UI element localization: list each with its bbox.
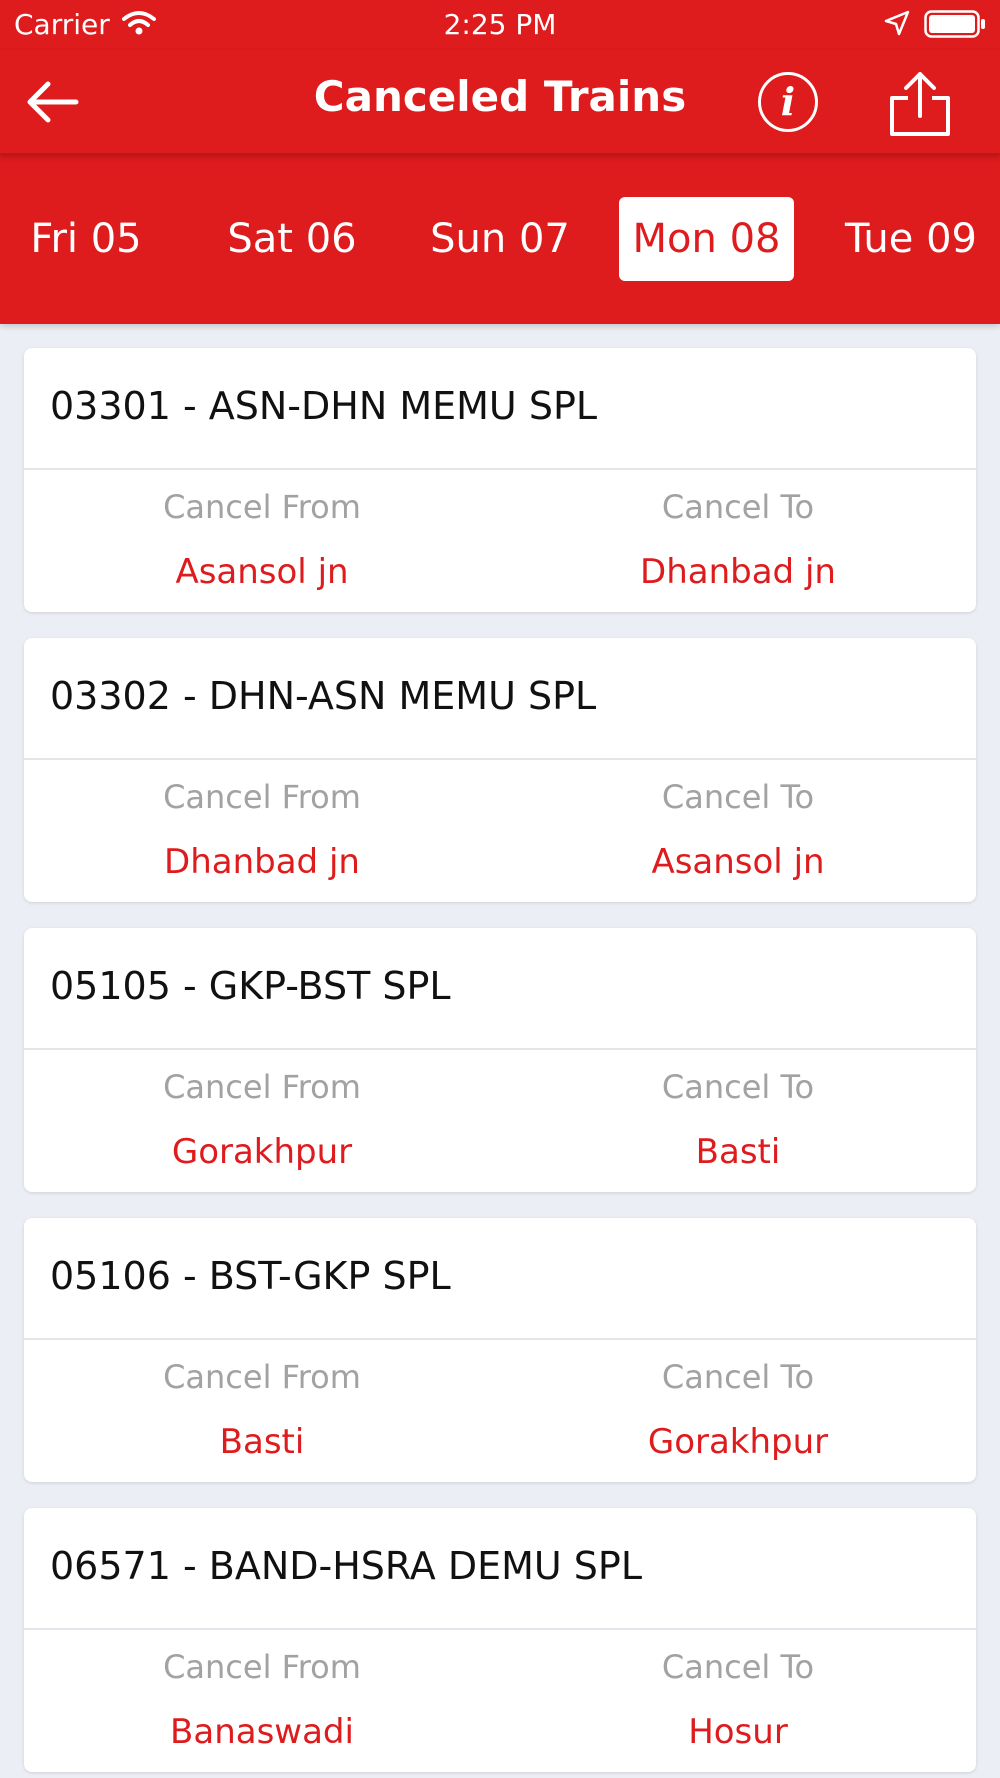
date-tab-tue-09[interactable]: Tue 09 — [838, 197, 984, 281]
cancel-to-label: Cancel To — [661, 1358, 815, 1396]
cancel-from-label: Cancel From — [163, 1358, 361, 1396]
train-title: 03301 - ASN-DHN MEMU SPL — [50, 384, 598, 428]
cancel-from-column: Cancel From Gorakhpur — [24, 1068, 500, 1172]
card-divider — [24, 1048, 976, 1050]
info-icon[interactable]: i — [758, 72, 818, 132]
cancel-from-column: Cancel From Basti — [24, 1358, 500, 1462]
share-icon[interactable] — [886, 70, 954, 138]
cancel-from-station: Banaswadi — [170, 1712, 354, 1752]
cancel-from-station: Asansol jn — [175, 552, 349, 592]
train-card[interactable]: 06571 - BAND-HSRA DEMU SPL Cancel From B… — [24, 1508, 976, 1772]
cancel-from-station: Basti — [219, 1422, 305, 1462]
date-selector: Fri 05 Sat 06 Sun 07 Mon 08 Tue 09 — [0, 155, 1000, 324]
date-tab-sun-07[interactable]: Sun 07 — [426, 197, 574, 281]
app-header: Carrier 2:25 PM Canceled Trains i Fri 05… — [0, 0, 1000, 324]
cancel-to-column: Cancel To Asansol jn — [500, 778, 976, 882]
location-arrow-icon — [884, 10, 910, 36]
date-tab-mon-08[interactable]: Mon 08 — [619, 197, 794, 281]
train-card[interactable]: 05106 - BST-GKP SPL Cancel From Basti Ca… — [24, 1218, 976, 1482]
train-card[interactable]: 03302 - DHN-ASN MEMU SPL Cancel From Dha… — [24, 638, 976, 902]
status-time: 2:25 PM — [443, 8, 557, 41]
cancel-to-station: Hosur — [688, 1712, 788, 1752]
date-tab-sat-06[interactable]: Sat 06 — [222, 197, 362, 281]
nav-bar: Canceled Trains i — [0, 50, 1000, 154]
card-divider — [24, 468, 976, 470]
cancel-from-station: Gorakhpur — [171, 1132, 353, 1172]
card-divider — [24, 1338, 976, 1340]
cancel-to-station: Gorakhpur — [647, 1422, 829, 1462]
train-title: 03302 - DHN-ASN MEMU SPL — [50, 674, 597, 718]
cancel-to-station: Asansol jn — [651, 842, 825, 882]
cancel-from-column: Cancel From Asansol jn — [24, 488, 500, 592]
cancel-to-station: Dhanbad jn — [640, 552, 836, 592]
train-card[interactable]: 03301 - ASN-DHN MEMU SPL Cancel From Asa… — [24, 348, 976, 612]
cancel-to-column: Cancel To Gorakhpur — [500, 1358, 976, 1462]
cancel-from-label: Cancel From — [163, 778, 361, 816]
cancel-to-station: Basti — [695, 1132, 781, 1172]
cancel-to-column: Cancel To Basti — [500, 1068, 976, 1172]
status-bar: Carrier 2:25 PM — [0, 0, 1000, 50]
card-divider — [24, 758, 976, 760]
page-title: Canceled Trains — [313, 72, 687, 121]
cancel-from-label: Cancel From — [163, 1068, 361, 1106]
cancel-from-column: Cancel From Dhanbad jn — [24, 778, 500, 882]
card-divider — [24, 1628, 976, 1630]
cancel-from-label: Cancel From — [163, 488, 361, 526]
cancel-to-label: Cancel To — [661, 1648, 815, 1686]
train-title: 05106 - BST-GKP SPL — [50, 1254, 451, 1298]
cancel-to-label: Cancel To — [661, 488, 815, 526]
train-title: 05105 - GKP-BST SPL — [50, 964, 451, 1008]
cancel-to-column: Cancel To Dhanbad jn — [500, 488, 976, 592]
cancel-from-label: Cancel From — [163, 1648, 361, 1686]
date-tab-fri-05[interactable]: Fri 05 — [18, 197, 154, 281]
cancel-from-column: Cancel From Banaswadi — [24, 1648, 500, 1752]
cancel-to-label: Cancel To — [661, 778, 815, 816]
battery-icon — [924, 10, 985, 38]
train-card[interactable]: 05105 - GKP-BST SPL Cancel From Gorakhpu… — [24, 928, 976, 1192]
cancel-from-station: Dhanbad jn — [164, 842, 360, 882]
train-title: 06571 - BAND-HSRA DEMU SPL — [50, 1544, 643, 1588]
cancel-to-column: Cancel To Hosur — [500, 1648, 976, 1752]
cancel-to-label: Cancel To — [661, 1068, 815, 1106]
